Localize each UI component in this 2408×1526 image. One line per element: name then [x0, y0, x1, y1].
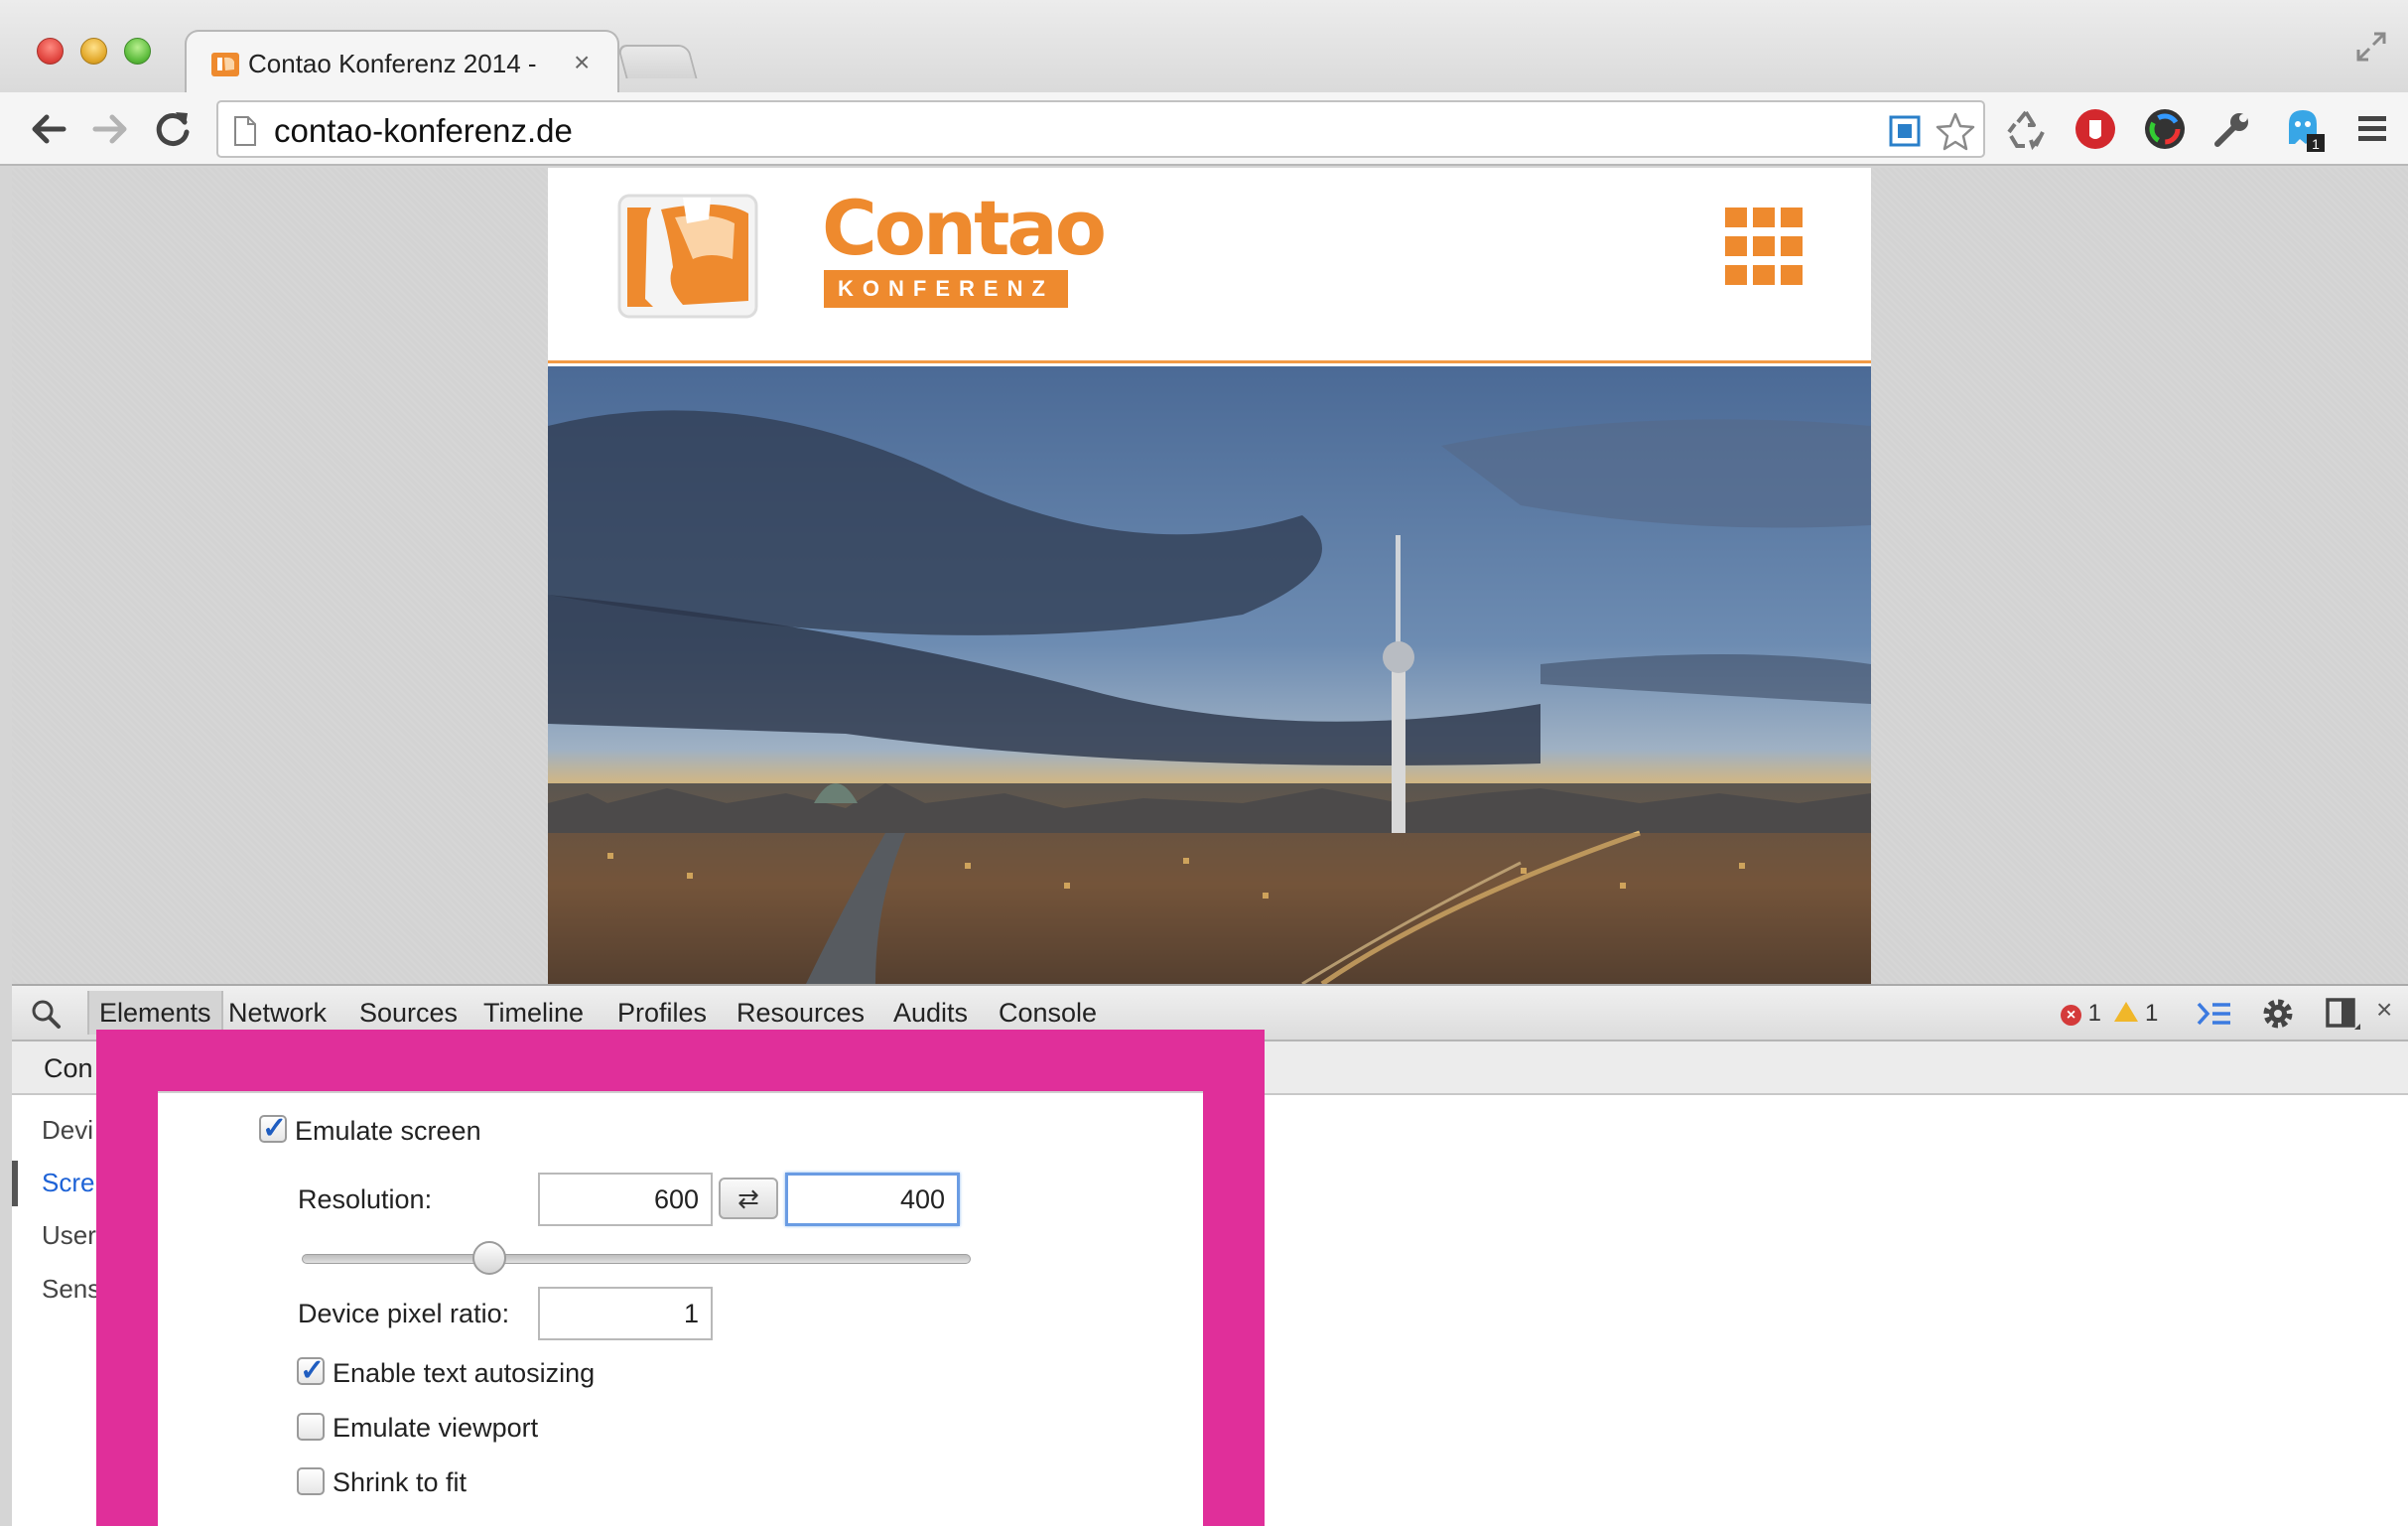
site-header: Contao KONFERENZ: [548, 168, 1871, 363]
berlin-skyline-hero-image: [548, 366, 1871, 984]
resolution-width-input[interactable]: [538, 1173, 713, 1226]
screen-emulation-panel: ✓ Emulate screen Resolution: ⇄ Device pi…: [158, 1091, 1203, 1526]
back-arrow-icon[interactable]: [28, 108, 69, 150]
sidebar-item-sensors[interactable]: Sens: [42, 1274, 100, 1305]
ghostery-extension-icon[interactable]: 1: [2281, 106, 2327, 152]
emulate-screen-checkbox[interactable]: ✓: [259, 1112, 287, 1145]
address-bar[interactable]: contao-konferenz.de: [216, 100, 1985, 158]
resolution-slider-track[interactable]: [302, 1254, 971, 1264]
sidebar-item-device[interactable]: Devi: [42, 1115, 93, 1146]
sidebar-item-screen[interactable]: Scre: [42, 1168, 94, 1198]
forward-arrow-icon[interactable]: [89, 108, 131, 150]
color-picker-extension-icon[interactable]: [2142, 106, 2188, 152]
window-minimize-button[interactable]: [80, 38, 107, 65]
devtools-close-icon[interactable]: ×: [2376, 994, 2392, 1026]
fullscreen-icon[interactable]: [2354, 30, 2388, 64]
device-pixel-ratio-input[interactable]: [538, 1287, 713, 1340]
reload-icon[interactable]: [152, 108, 194, 150]
devtools-tab-console[interactable]: Console: [999, 998, 1097, 1029]
resolution-height-input[interactable]: [785, 1173, 960, 1226]
window-close-button[interactable]: [37, 38, 64, 65]
window-zoom-button[interactable]: [124, 38, 151, 65]
bookmark-star-icon[interactable]: [1936, 111, 1975, 151]
text-autosizing-checkbox[interactable]: ✓: [297, 1354, 325, 1387]
drawer-tab-console[interactable]: Con: [44, 1053, 93, 1084]
resolution-slider-thumb[interactable]: [471, 1241, 506, 1275]
error-warning-counter[interactable]: × 1 1: [2061, 1000, 2158, 1028]
screen-emulation-icon[interactable]: [1888, 114, 1922, 148]
checkmark-icon: ✓: [300, 1354, 326, 1387]
contao-favicon-icon: [211, 53, 239, 76]
svg-text:1: 1: [2312, 136, 2320, 152]
search-icon[interactable]: [30, 998, 62, 1030]
emulated-site: Contao KONFERENZ: [548, 168, 1871, 984]
devtools-tab-profiles[interactable]: Profiles: [617, 998, 707, 1029]
emulate-screen-label: Emulate screen: [295, 1116, 481, 1146]
error-count: 1: [2087, 1000, 2102, 1027]
grid-menu-icon[interactable]: [1725, 208, 1803, 285]
text-autosizing-label: Enable text autosizing: [333, 1358, 596, 1388]
browser-tab-active[interactable]: Contao Konferenz 2014 - ×: [185, 30, 619, 93]
wrench-extension-icon[interactable]: [2209, 106, 2255, 152]
sidebar-selection-marker: [12, 1161, 18, 1206]
stop-extension-icon[interactable]: [2073, 106, 2118, 152]
browser-tabstrip: Contao Konferenz 2014 - ×: [0, 0, 2408, 93]
tab-title: Contao Konferenz 2014 -: [248, 49, 537, 78]
devtools-tab-resources[interactable]: Resources: [736, 998, 865, 1029]
resolution-label: Resolution:: [298, 1184, 433, 1214]
hamburger-menu-icon[interactable]: [2352, 108, 2392, 148]
dock-side-icon[interactable]: [2325, 996, 2362, 1032]
emulate-viewport-label: Emulate viewport: [333, 1413, 539, 1443]
error-icon: ×: [2061, 1005, 2081, 1026]
swap-dimensions-button[interactable]: ⇄: [719, 1178, 778, 1219]
pixel-ratio-label: Device pixel ratio:: [298, 1299, 510, 1328]
devtools-tab-elements[interactable]: Elements: [87, 991, 223, 1035]
checkmark-icon: ✓: [262, 1112, 288, 1145]
site-brand-subtitle: KONFERENZ: [824, 270, 1068, 308]
devtools-tab-sources[interactable]: Sources: [359, 998, 458, 1029]
devtools-tab-timeline[interactable]: Timeline: [483, 998, 584, 1029]
shrink-to-fit-checkbox[interactable]: ✓: [297, 1467, 325, 1495]
recycle-extension-icon[interactable]: [2003, 106, 2049, 152]
warning-icon: [2114, 1002, 2139, 1022]
tab-close-icon[interactable]: ×: [574, 47, 590, 78]
site-brand-name[interactable]: Contao: [822, 184, 1107, 272]
shrink-to-fit-label: Shrink to fit: [333, 1467, 468, 1497]
url-text[interactable]: contao-konferenz.de: [274, 112, 573, 150]
warning-count: 1: [2145, 1000, 2159, 1027]
console-drawer-icon[interactable]: [2196, 998, 2233, 1030]
devtools-tab-audits[interactable]: Audits: [893, 998, 968, 1029]
devtools-tab-network[interactable]: Network: [228, 998, 327, 1029]
gear-icon[interactable]: [2259, 995, 2297, 1033]
emulate-viewport-checkbox[interactable]: ✓: [297, 1413, 325, 1441]
browser-toolbar: contao-konferenz.de 1: [0, 92, 2408, 166]
page-icon: [234, 116, 256, 146]
page-viewport: Contao KONFERENZ: [12, 168, 2408, 984]
new-tab-button[interactable]: [616, 45, 698, 78]
contao-logo-icon[interactable]: [613, 190, 762, 323]
